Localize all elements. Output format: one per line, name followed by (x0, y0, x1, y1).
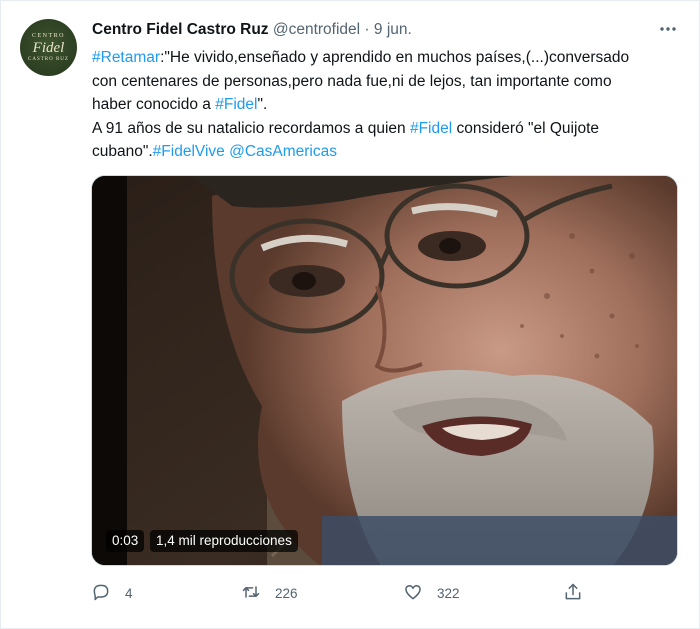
hashtag-link[interactable]: #Fidel (410, 120, 452, 137)
retweet-button[interactable]: 226 (241, 581, 298, 605)
tweet-actions: 4 226 322 (91, 581, 591, 605)
video-frame-image (92, 176, 677, 565)
tweet-text-line: cubano".#FidelVive @CasAmericas (92, 140, 682, 164)
avatar[interactable]: CENTRO Fidel CASTRO RUZ (20, 19, 77, 76)
tweet-text: #Retamar:"He vivido,enseñado y aprendido… (92, 46, 682, 164)
tweet-header: Centro Fidel Castro Ruz @centrofidel · 9… (92, 21, 412, 39)
tweet-text-segment: cubano". (92, 143, 153, 160)
retweet-count: 226 (275, 585, 298, 601)
tweet-text-segment: consideró "el Quijote (452, 119, 599, 137)
tweet-text-segment: con centenares de personas,pero nada fue… (92, 72, 612, 90)
video-view-count: 1,4 mil reproducciones (150, 530, 298, 552)
tweet-text-line: A 91 años de su natalicio recordamos a q… (92, 117, 682, 141)
tweet-text-line: haber conocido a #Fidel". (92, 93, 682, 117)
like-count: 322 (437, 585, 460, 601)
more-horizontal-icon[interactable] (657, 20, 679, 38)
tweet-text-segment: A 91 años de su natalicio recordamos a q… (92, 119, 410, 137)
avatar-text-top: CENTRO (32, 32, 65, 39)
hashtag-link[interactable]: #FidelVive (153, 143, 225, 160)
video-elapsed-time: 0:03 (106, 530, 145, 552)
retweet-icon (241, 582, 261, 605)
reply-icon (91, 582, 111, 605)
tweet-text-line: #Retamar:"He vivido,enseñado y aprendido… (92, 46, 682, 70)
tweet-card[interactable]: CENTRO Fidel CASTRO RUZ Centro Fidel Cas… (0, 0, 700, 629)
author-handle[interactable]: @centrofidel (273, 21, 360, 38)
hashtag-link[interactable]: #Fidel (215, 96, 257, 113)
heart-icon (403, 582, 423, 605)
share-button[interactable] (563, 581, 583, 605)
reply-count: 4 (125, 585, 133, 601)
header-separator: · (364, 21, 370, 38)
tweet-text-line: con centenares de personas,pero nada fue… (92, 70, 682, 94)
share-icon (563, 582, 583, 605)
avatar-text-middle: Fidel (32, 39, 65, 56)
avatar-text-bottom: CASTRO RUZ (28, 56, 69, 62)
like-button[interactable]: 322 (403, 581, 460, 605)
tweet-text-segment: ". (257, 96, 268, 113)
video-player[interactable]: 0:03 1,4 mil reproducciones (91, 175, 678, 566)
tweet-text-segment: haber conocido a (92, 96, 216, 113)
mention-link[interactable]: @CasAmericas (229, 143, 337, 160)
tweet-date[interactable]: 9 jun. (374, 21, 412, 38)
tweet-text-segment: :"He vivido,enseñado y aprendido en much… (160, 49, 630, 66)
author-name[interactable]: Centro Fidel Castro Ruz (92, 21, 269, 38)
hashtag-link[interactable]: #Retamar (92, 49, 160, 66)
reply-button[interactable]: 4 (91, 581, 133, 605)
